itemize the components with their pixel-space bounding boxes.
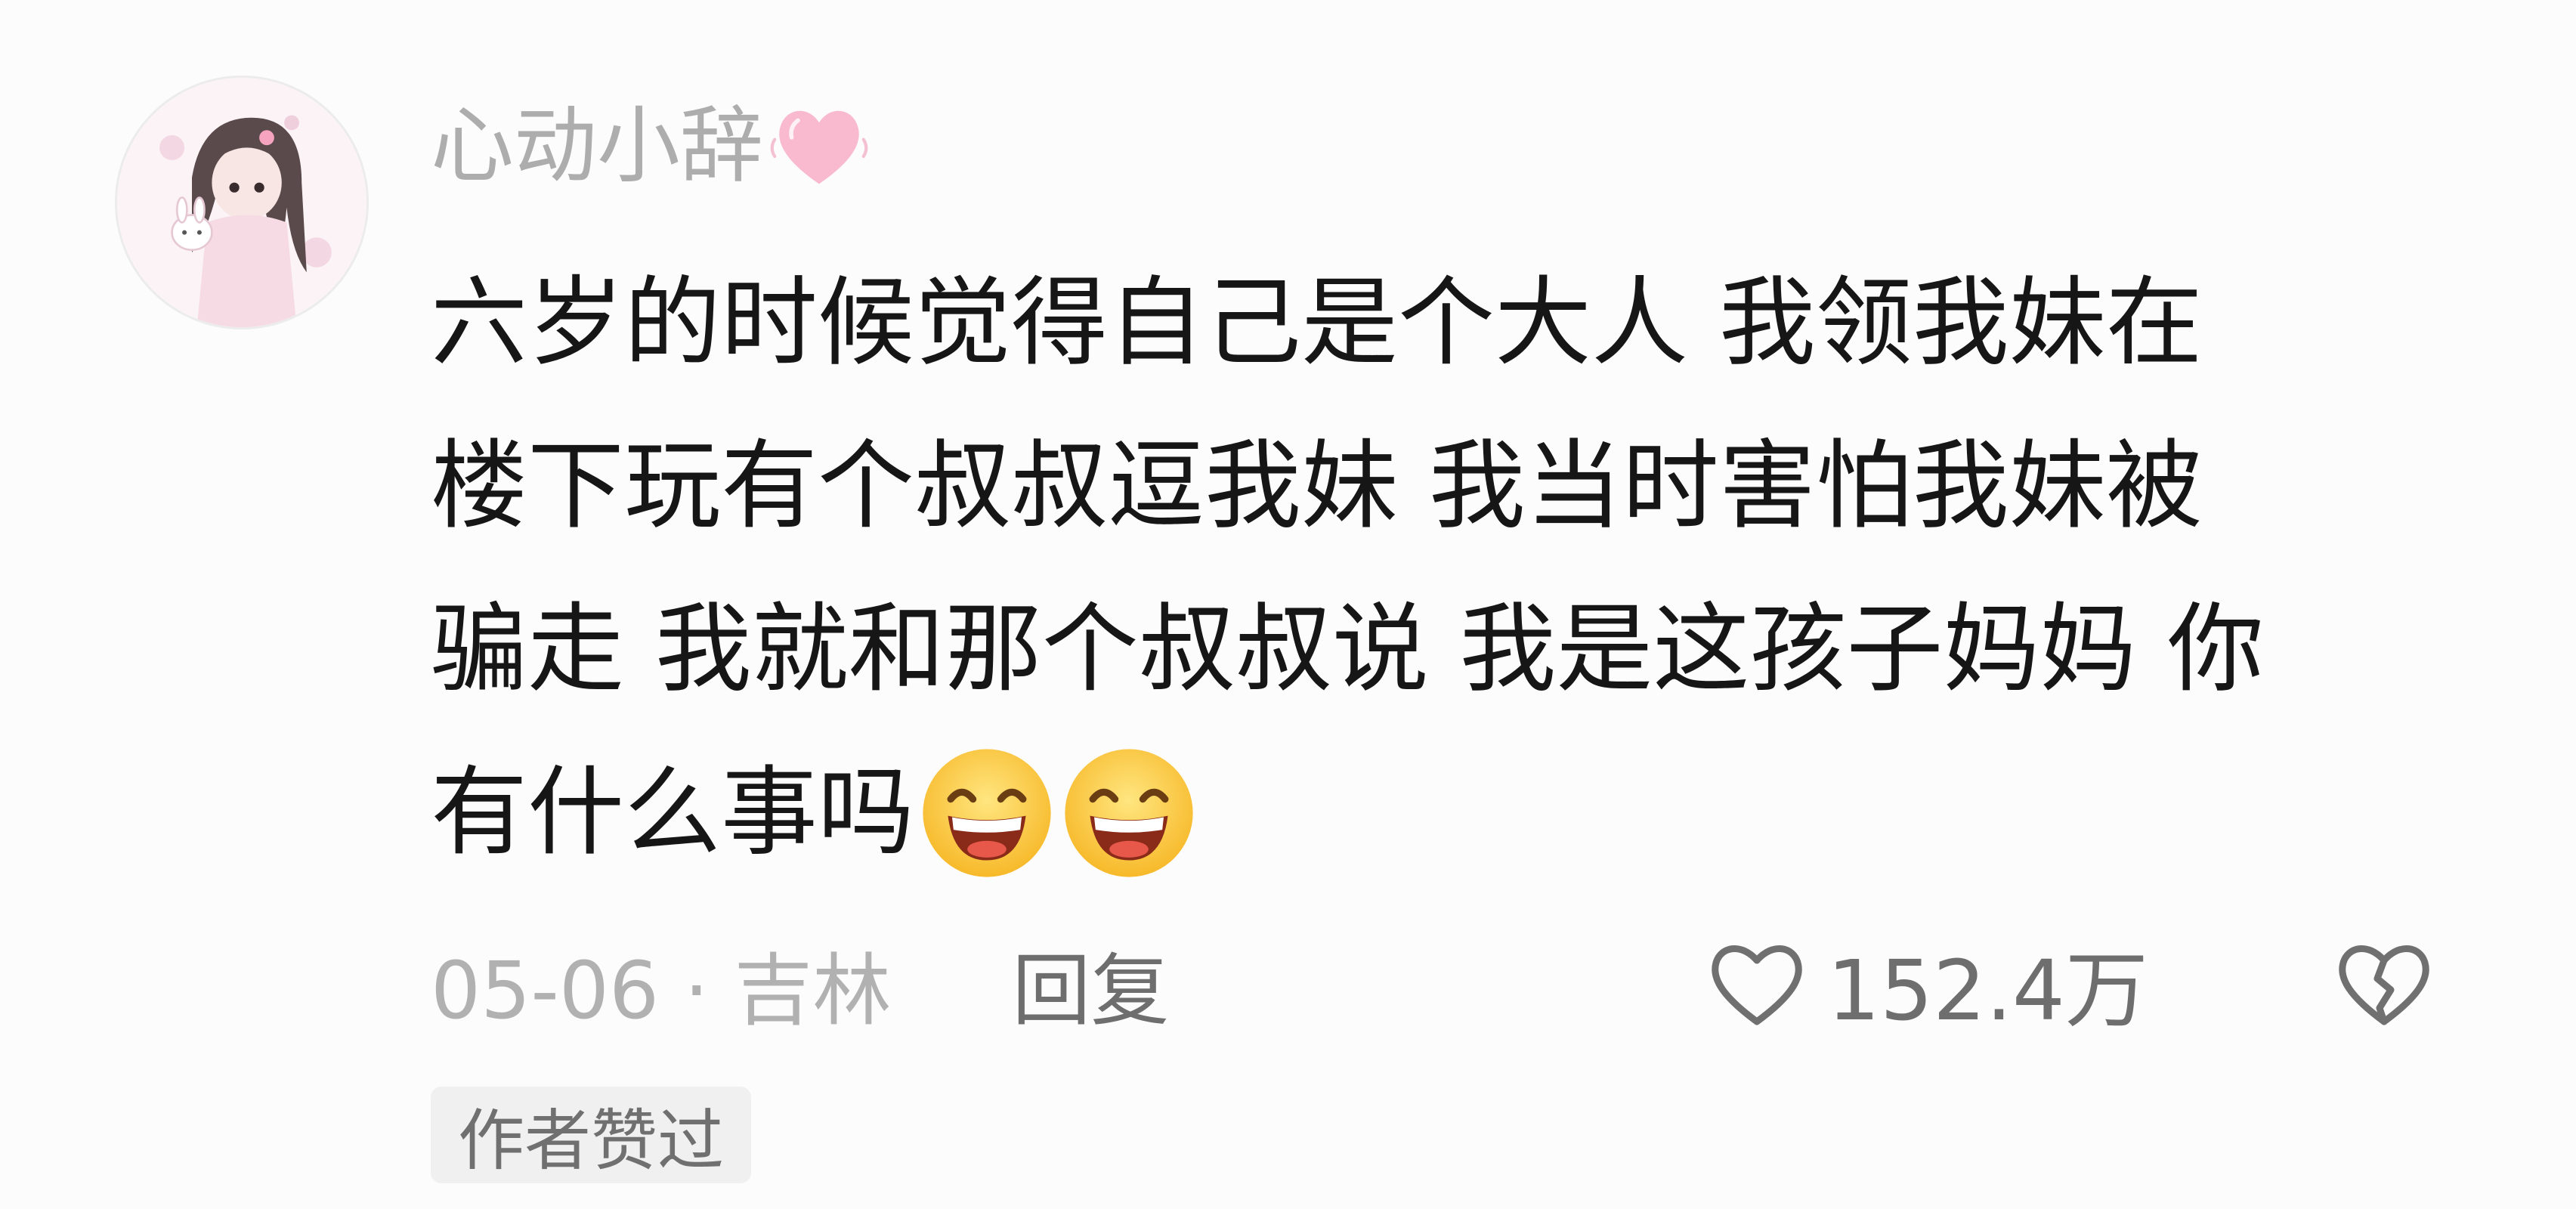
comment-body-line: 骗走 我就和那个叔叔说 我是这孩子妈妈 你 <box>431 593 2265 706</box>
date-location: 05-06 · 吉林 <box>431 944 892 1037</box>
avatar[interactable] <box>115 76 369 329</box>
comment-item: 心动小辞 六岁的时候觉得自己是个大人 我领我妹在 楼下玩有个叔叔逗我妹 我当时害… <box>0 0 2576 1209</box>
author-liked-badge: 作者赞过 <box>431 1087 752 1183</box>
comment-body-last-line: 有什么事吗 <box>431 731 2486 895</box>
avatar-image <box>117 78 366 327</box>
like-count: 152.4万 <box>1827 942 2148 1039</box>
username[interactable]: 心动小辞 <box>431 89 763 203</box>
comment-body-line-text: 有什么事吗 <box>431 756 915 869</box>
reply-button[interactable]: 回复 <box>1012 926 1169 1040</box>
comment-body-line: 楼下玩有个叔叔逗我妹 我当时害怕我妹被 <box>431 430 2203 543</box>
grinning-face-emoji-icon <box>917 744 1056 883</box>
grinning-face-emoji-icon <box>1059 744 1198 883</box>
pink-heart-emoji-icon <box>766 93 872 199</box>
comment-body: 六岁的时候觉得自己是个大人 我领我妹在 楼下玩有个叔叔逗我妹 我当时害怕我妹被 … <box>431 242 2486 895</box>
comment-meta: 05-06 · 吉林 回复 <box>431 926 1169 1040</box>
like-button[interactable]: 152.4万 <box>1700 926 2148 1040</box>
comment-body-line: 六岁的时候觉得自己是个大人 我领我妹在 <box>431 267 2203 379</box>
username-row: 心动小辞 <box>431 89 872 203</box>
heart-outline-icon[interactable] <box>1700 926 1814 1040</box>
broken-heart-icon[interactable] <box>2327 926 2441 1040</box>
